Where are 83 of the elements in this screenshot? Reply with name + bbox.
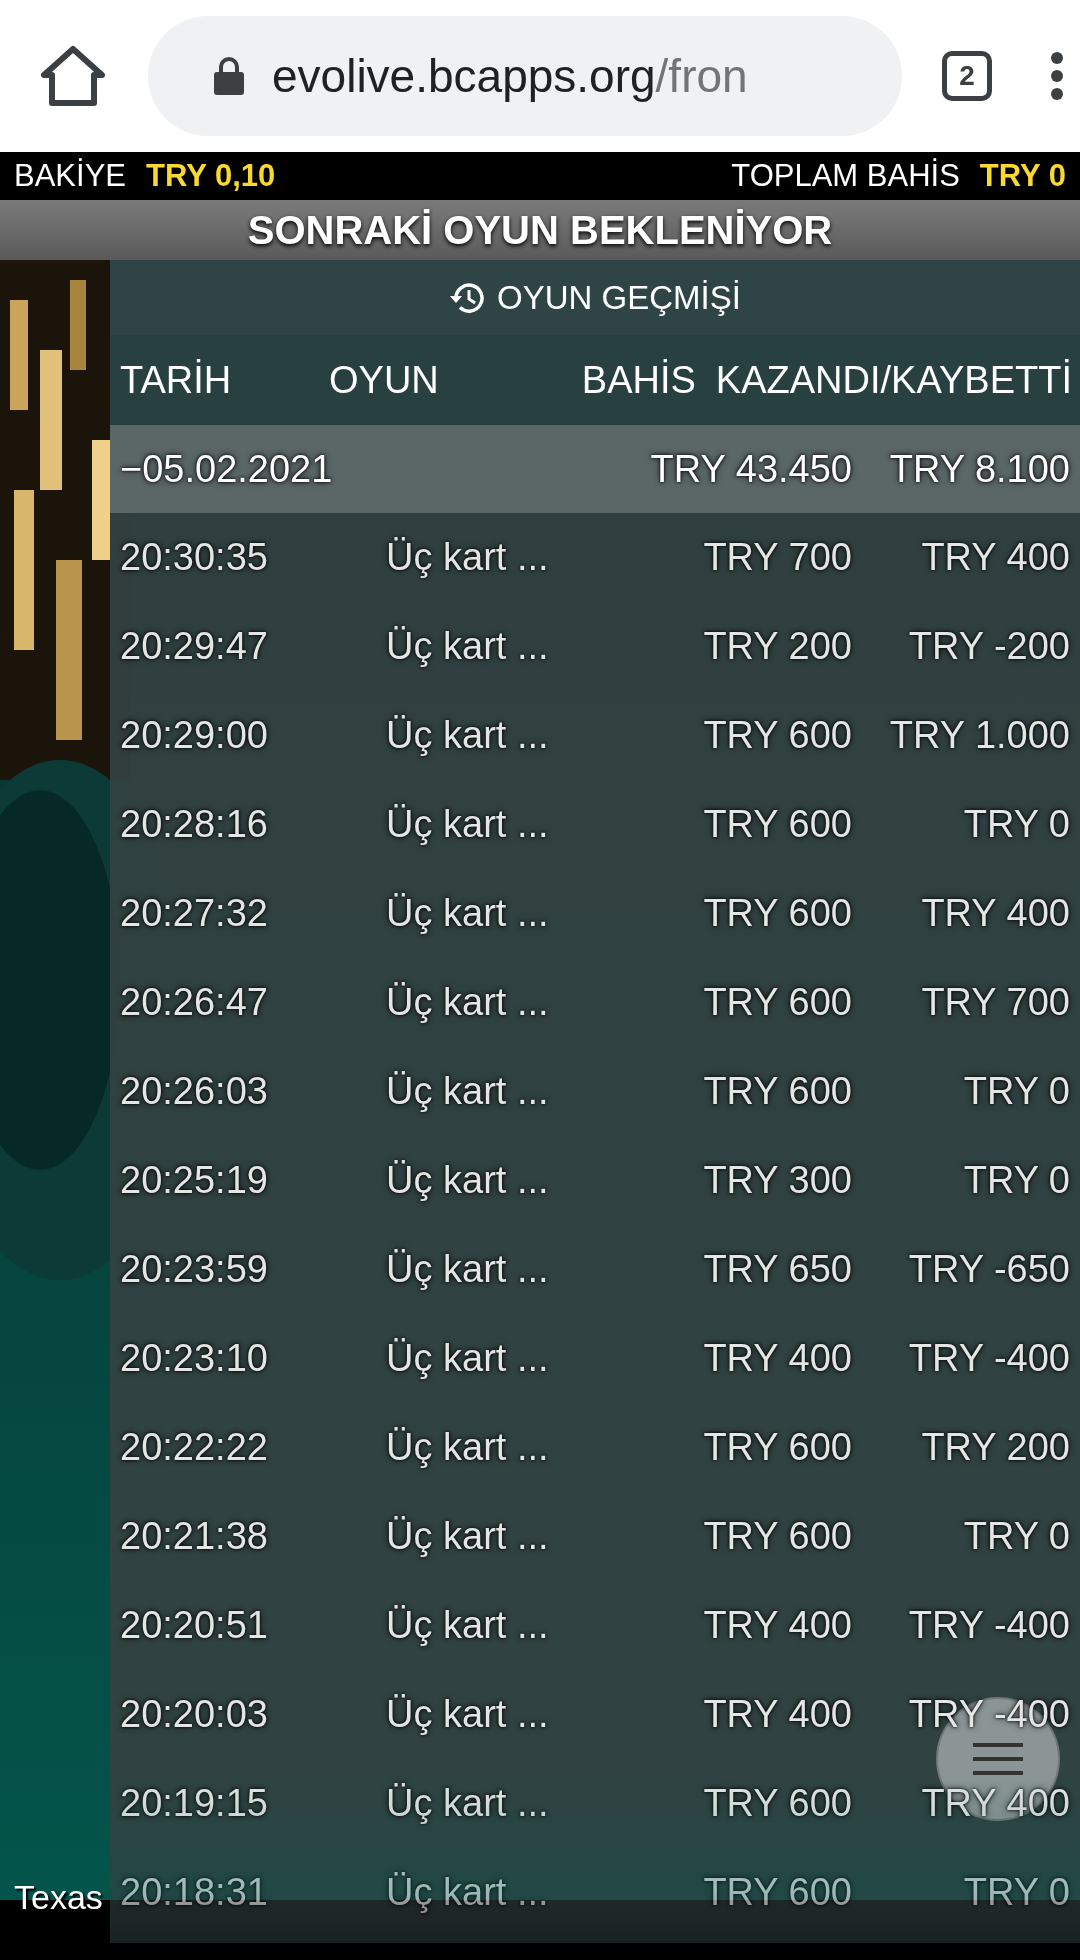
- game-name-caption: Texas: [14, 1878, 103, 1917]
- table-cell-text: TRY 600: [702, 1426, 852, 1469]
- table-cell-text: TRY 600: [702, 1871, 852, 1914]
- table-cell-text: TRY 600: [702, 981, 852, 1024]
- table-cell-text: TRY 650: [702, 1248, 852, 1291]
- table-cell-text: Üç kart ...: [386, 892, 550, 935]
- table-cell-text: TRY 400: [702, 1693, 852, 1736]
- table-cell-text: Üç kart ...: [386, 1871, 550, 1914]
- address-bar[interactable]: evolive.bcapps.org/fron: [148, 16, 902, 136]
- table-cell-text: Üç kart ...: [386, 1248, 550, 1291]
- more-options-icon[interactable]: [1050, 51, 1064, 101]
- tab-count-button[interactable]: 2: [942, 51, 992, 101]
- table-cell-text: TRY 1.000: [888, 714, 1070, 757]
- table-cell-text: Üç kart ...: [386, 1693, 550, 1736]
- table-cell-text: 20:21:38: [120, 1515, 269, 1558]
- table-cell-text: TRY 400: [702, 1604, 852, 1647]
- balance-value: TRY 0,10: [146, 158, 276, 194]
- column-header: BAHİS: [580, 358, 696, 402]
- table-cell-text: TRY -650: [907, 1248, 1070, 1291]
- column-header: TARİH: [120, 358, 233, 402]
- table-cell-text: TRY 400: [702, 1337, 852, 1380]
- table-cell-text: 20:26:47: [120, 981, 269, 1024]
- table-cell-text: Üç kart ...: [386, 1070, 550, 1113]
- table-cell-text: Üç kart ...: [386, 1515, 550, 1558]
- table-cell-text: Üç kart ...: [386, 714, 550, 757]
- table-cell-text: TRY 200: [920, 1426, 1070, 1469]
- table-cell-text: TRY 600: [702, 892, 852, 935]
- table-cell-text: Üç kart ...: [386, 1426, 550, 1469]
- table-cell-text: 20:26:03: [120, 1070, 269, 1113]
- table-cell-text: TRY -400: [907, 1604, 1070, 1647]
- table-cell-text: TRY 600: [702, 1070, 852, 1113]
- table-cell-text: TRY 400: [920, 892, 1070, 935]
- table-cell-text: TRY 700: [702, 536, 852, 579]
- table-cell-text: 20:30:35: [120, 536, 269, 579]
- table-cell-text: 20:28:16: [120, 803, 269, 846]
- menu-icon: [973, 1743, 1023, 1775]
- column-header: KAZANDI/KAYBETTİ: [715, 358, 1072, 402]
- table-cell-text: 20:20:03: [120, 1693, 269, 1736]
- table-cell-text: 20:27:32: [120, 892, 269, 935]
- balance-label: BAKİYE: [14, 158, 126, 194]
- table-cell-text: TRY 700: [920, 981, 1070, 1024]
- home-icon[interactable]: [40, 45, 106, 107]
- table-cell-text: TRY 0: [962, 1070, 1070, 1113]
- table-cell-text: 20:25:19: [120, 1159, 269, 1202]
- table-cell-text: Üç kart ...: [386, 803, 550, 846]
- table-cell-text: 20:29:47: [120, 625, 269, 668]
- history-title: OYUN GEÇMİŞİ: [497, 278, 741, 317]
- table-cell-text: 20:22:22: [120, 1426, 269, 1469]
- table-cell-text: TRY 600: [702, 1782, 852, 1825]
- table-cell-text: TRY 200: [702, 625, 852, 668]
- date-text: −05.02.2021: [120, 447, 334, 491]
- table-cell-text: TRY -400: [907, 1337, 1070, 1380]
- game-status-text: SONRAKİ OYUN BEKLENİYOR: [247, 207, 833, 253]
- table-cell-text: TRY 600: [702, 803, 852, 846]
- table-cell-text: TRY 600: [702, 714, 852, 757]
- table-cell-text: 20:20:51: [120, 1604, 269, 1647]
- table-cell-text: Üç kart ...: [386, 536, 550, 579]
- table-cell-text: TRY 0: [962, 1159, 1070, 1202]
- date-group-row[interactable]: −05.02.2021 TRY 43.450 TRY 8.100: [110, 425, 1080, 513]
- table-cell-text: Üç kart ...: [386, 1159, 550, 1202]
- table-cell-text: Üç kart ...: [386, 981, 550, 1024]
- table-cell-text: 20:29:00: [120, 714, 269, 757]
- table-cell-text: TRY 300: [702, 1159, 852, 1202]
- table-cell-text: Üç kart ...: [386, 625, 550, 668]
- table-cell-text: TRY 0: [962, 1515, 1070, 1558]
- table-cell-text: Üç kart ...: [386, 1782, 550, 1825]
- table-cell-text: TRY 43.450: [649, 447, 852, 491]
- table-cell-text: 20:19:15: [120, 1782, 269, 1825]
- table-cell-text: Üç kart ...: [386, 1604, 550, 1647]
- table-cell-text: 20:23:10: [120, 1337, 269, 1380]
- table-cell-text: TRY 0: [962, 1871, 1070, 1914]
- table-cell-text: TRY 600: [702, 1515, 852, 1558]
- table-cell-text: 20:23:59: [120, 1248, 269, 1291]
- lock-icon: [214, 57, 244, 95]
- total-bet-value: TRY 0: [979, 158, 1066, 194]
- table-cell-text: TRY 400: [920, 536, 1070, 579]
- column-header: OYUN: [329, 358, 440, 402]
- table-cell-text: TRY 0: [962, 803, 1070, 846]
- table-cell-text: Üç kart ...: [386, 1337, 550, 1380]
- table-cell-text: 20:18:31: [120, 1871, 269, 1914]
- table-cell-text: TRY -200: [907, 625, 1070, 668]
- total-bet-label: TOPLAM BAHİS: [731, 158, 960, 194]
- table-cell-text: TRY 8.100: [888, 447, 1070, 491]
